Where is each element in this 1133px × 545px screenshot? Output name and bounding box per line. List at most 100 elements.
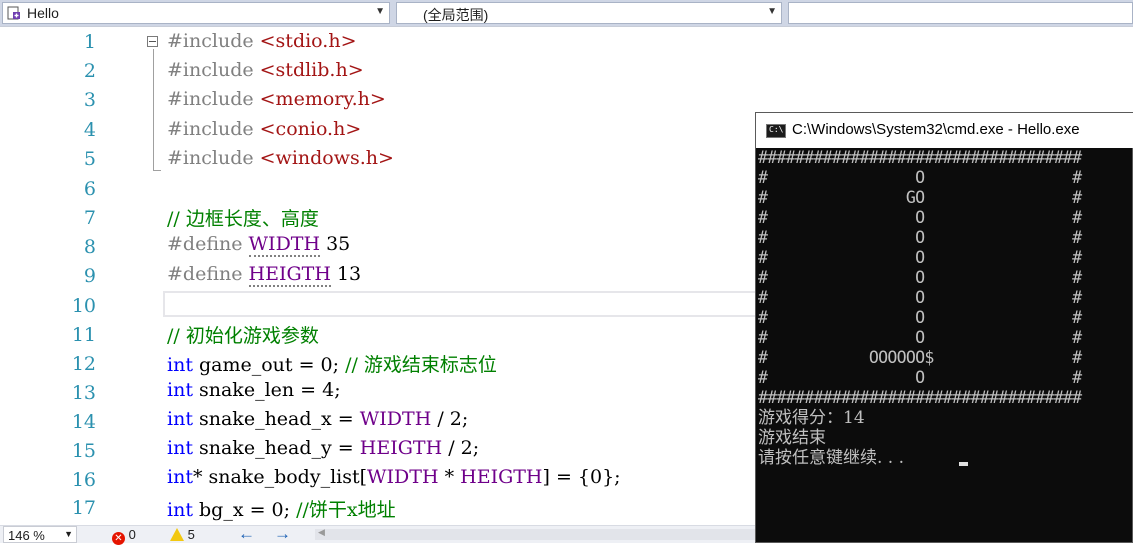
game-board-row: # O # [758, 268, 1082, 287]
code-text: / 2; [442, 437, 480, 459]
code-line: // 边框长度、高度 [167, 204, 319, 231]
game-board-row: ################################### [758, 148, 1082, 167]
code-text: game_out = 0; [192, 354, 346, 376]
navigation-bar: Hello ▼ (全局范围) ▼ [0, 0, 1133, 27]
macro-name: WIDTH [367, 466, 439, 488]
outline-bracket-end [153, 170, 161, 171]
text-cursor [959, 462, 968, 466]
line-number: 13 [71, 382, 96, 404]
code-text: snake_len = 4; [192, 379, 341, 401]
zoom-dropdown[interactable]: 146 % ▼ [3, 526, 77, 543]
game-board-row: # O # [758, 368, 1082, 387]
chevron-down-icon: ▼ [64, 529, 73, 539]
line-number: 15 [71, 440, 96, 462]
macro-name: WIDTH [248, 233, 321, 257]
code-text: / 2; [431, 408, 469, 430]
game-board-row: # O # [758, 328, 1082, 347]
line-number: 11 [71, 324, 96, 346]
line-number: 8 [83, 236, 96, 258]
code-comment: // 初始化游戏参数 [167, 325, 319, 347]
code-line: int game_out = 0; // 游戏结束标志位 [167, 350, 497, 377]
game-board-row: # O # [758, 168, 1082, 187]
error-icon: ✕ [112, 532, 125, 545]
game-board-row: # O # [758, 288, 1082, 307]
horizontal-scrollbar[interactable] [315, 529, 755, 540]
type-keyword: int [167, 379, 193, 401]
collapse-toggle-icon[interactable] [147, 36, 158, 47]
chevron-down-icon: ▼ [375, 6, 385, 17]
include-path: <memory.h> [259, 88, 386, 110]
code-line: int* snake_body_list[WIDTH * HEIGTH] = {… [167, 466, 621, 488]
code-line: #define HEIGTH 13 [167, 263, 362, 287]
game-board-row: ################################### [758, 388, 1082, 407]
code-line: #define WIDTH 35 [167, 233, 350, 257]
warning-indicator[interactable]: 5 [170, 527, 195, 543]
project-icon [7, 6, 20, 20]
console-window[interactable]: C:\ C:\Windows\System32\cmd.exe - Hello.… [755, 112, 1133, 543]
error-indicator[interactable]: ✕ 0 [112, 527, 136, 545]
macro-name: HEIGTH [248, 263, 331, 287]
game-board-row: # O # [758, 208, 1082, 227]
console-title-bar[interactable]: C:\ C:\Windows\System32\cmd.exe - Hello.… [756, 113, 1133, 148]
line-number: 9 [83, 265, 96, 287]
preprocessor-keyword: #include [167, 147, 260, 169]
line-number: 10 [71, 295, 96, 317]
line-number: 14 [71, 411, 96, 433]
preprocessor-keyword: #define [167, 233, 249, 255]
outline-bracket [153, 49, 154, 170]
game-board-row: # O # [758, 248, 1082, 267]
project-dropdown[interactable]: Hello ▼ [2, 2, 390, 24]
code-line: #include <conio.h> [167, 118, 361, 140]
scope-label: (全局范围) [423, 7, 489, 23]
include-path: <windows.h> [259, 147, 394, 169]
game-board-row: # OOOOOO$ # [758, 348, 1082, 367]
scope-dropdown[interactable]: (全局范围) ▼ [396, 2, 782, 24]
code-line: int snake_head_y = HEIGTH / 2; [167, 437, 479, 459]
game-board-row: # O # [758, 308, 1082, 327]
include-path: <conio.h> [259, 118, 362, 140]
macro-name: WIDTH [359, 408, 432, 430]
code-line: // 初始化游戏参数 [167, 321, 319, 348]
preprocessor-keyword: #define [167, 263, 249, 285]
line-number: 3 [83, 89, 96, 111]
scroll-left-icon[interactable]: ◀ [318, 527, 325, 538]
console-title: C:\Windows\System32\cmd.exe - Hello.exe [792, 121, 1080, 138]
game-board-row: # O # [758, 228, 1082, 247]
code-text: ] = {0}; [542, 466, 621, 488]
code-text: snake_head_x = [192, 408, 360, 430]
navigate-back-icon[interactable]: ← [238, 524, 255, 544]
preprocessor-keyword: #include [167, 118, 260, 140]
line-number: 4 [83, 119, 96, 141]
preprocessor-keyword: #include [167, 59, 260, 81]
project-name: Hello [27, 5, 59, 21]
include-path: <stdlib.h> [259, 59, 364, 81]
type-keyword: int [167, 408, 193, 430]
game-over-text: 游戏结束 [758, 428, 826, 448]
include-path: <stdio.h> [259, 30, 357, 52]
line-number: 2 [83, 60, 96, 82]
macro-name: HEIGTH [359, 437, 443, 459]
zoom-level: 146 % [8, 528, 45, 543]
type-keyword: int [167, 354, 193, 376]
code-text: bg_x = 0; [192, 499, 297, 521]
code-comment: // 游戏结束标志位 [345, 354, 497, 376]
code-line: #include <memory.h> [167, 88, 386, 110]
navigate-forward-icon[interactable]: → [274, 524, 291, 544]
member-dropdown[interactable] [788, 2, 1133, 24]
type-keyword: int [167, 466, 193, 488]
selection-margin [0, 27, 36, 525]
type-keyword: int [167, 499, 193, 521]
chevron-down-icon: ▼ [767, 6, 777, 17]
macro-value: 13 [330, 263, 362, 285]
line-number: 12 [71, 353, 96, 375]
press-any-key-text: 请按任意键继续. . . [758, 448, 905, 468]
warning-icon [170, 528, 184, 541]
code-comment: // 边框长度、高度 [167, 208, 319, 230]
code-text: * [438, 466, 461, 488]
current-line-highlight [163, 291, 763, 317]
type-keyword: int [167, 437, 193, 459]
code-line: #include <windows.h> [167, 147, 394, 169]
line-number: 5 [83, 148, 96, 170]
line-number: 16 [71, 469, 96, 491]
code-line: int snake_len = 4; [167, 379, 341, 401]
